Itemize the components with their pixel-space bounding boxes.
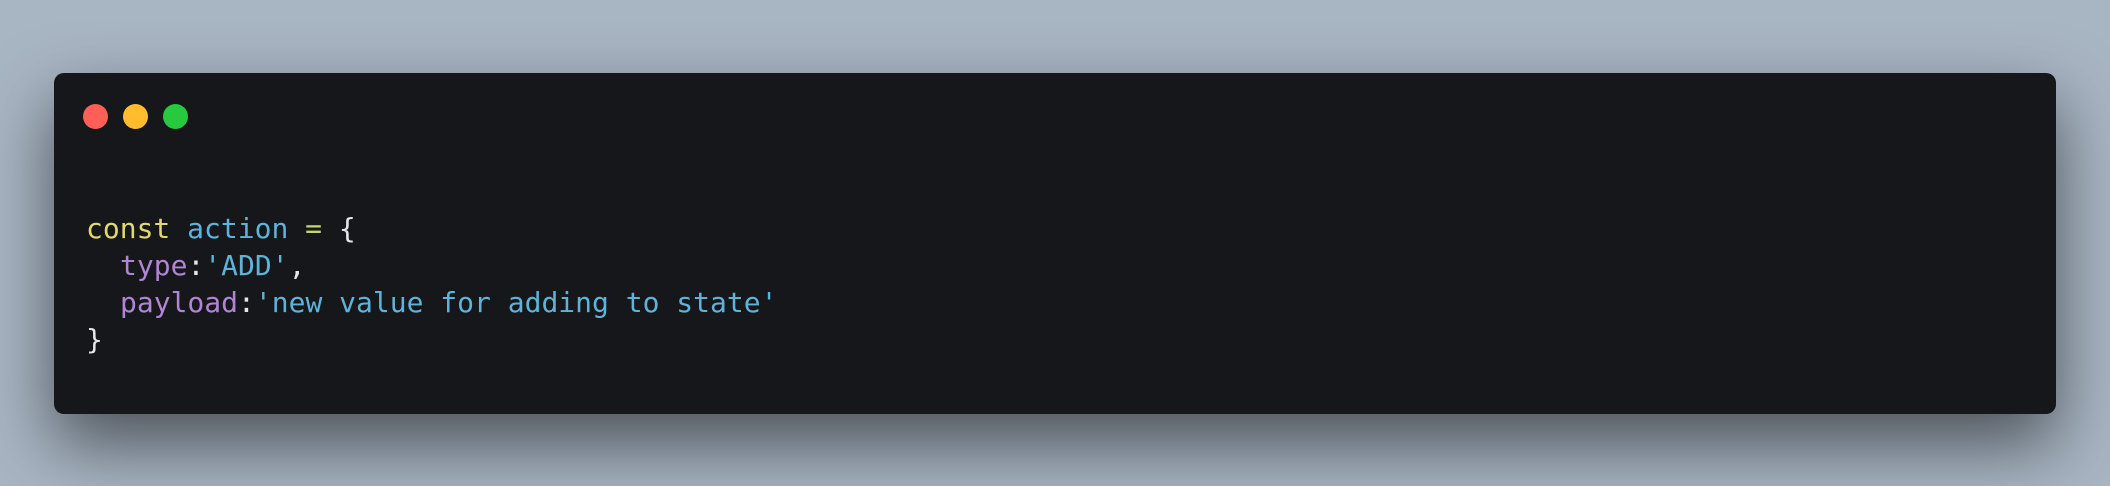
- assignment-operator: =: [305, 212, 323, 245]
- close-button[interactable]: [83, 104, 108, 129]
- code-line-1: const action = {: [86, 210, 777, 247]
- keyword-const: const: [86, 212, 171, 245]
- code-block: const action = {type:'ADD', payload:'new …: [86, 210, 777, 358]
- code-line-2: type:'ADD',: [86, 247, 777, 284]
- code-line-3: payload:'new value for adding to state': [86, 284, 777, 321]
- colon: :: [187, 249, 205, 282]
- code-line-4: }: [86, 321, 777, 358]
- comma: ,: [288, 249, 306, 282]
- string-payload-value: 'new value for adding to state': [254, 286, 778, 319]
- property-type: type: [120, 249, 188, 282]
- code-window: const action = {type:'ADD', payload:'new …: [54, 73, 2056, 414]
- minimize-button[interactable]: [123, 104, 148, 129]
- property-payload: payload: [120, 286, 239, 319]
- colon: :: [238, 286, 255, 319]
- open-brace: {: [338, 212, 356, 245]
- close-brace: }: [86, 323, 103, 356]
- maximize-button[interactable]: [163, 104, 188, 129]
- window-controls: [83, 104, 188, 129]
- string-add: 'ADD': [204, 249, 289, 282]
- identifier-action: action: [187, 212, 289, 245]
